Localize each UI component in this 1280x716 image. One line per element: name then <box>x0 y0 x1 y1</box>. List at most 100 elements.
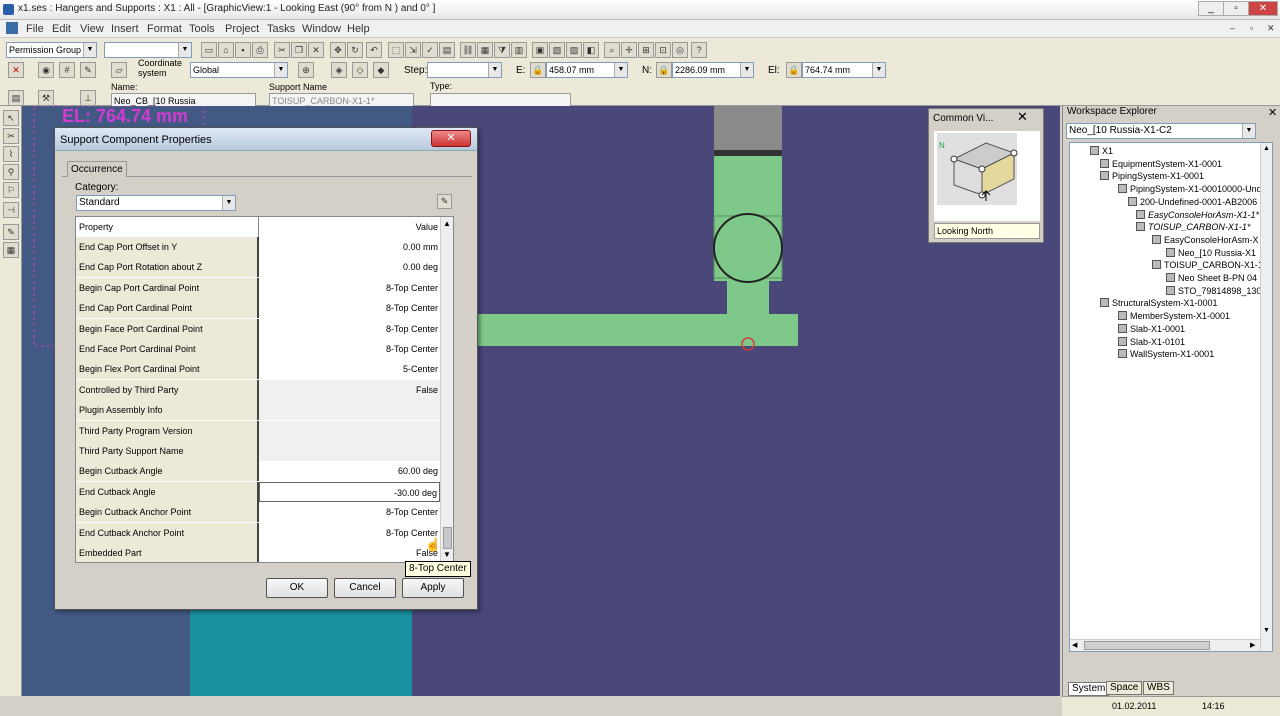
orbit-icon[interactable]: ◎ <box>672 42 688 58</box>
tab-wbs[interactable]: WBS <box>1143 681 1174 695</box>
menu-window[interactable]: Window <box>302 23 341 35</box>
property-value[interactable]: 60.00 deg <box>259 461 440 482</box>
e-lock-icon[interactable]: 🔒 <box>530 62 546 78</box>
tree-item[interactable]: PipingSystem-X1-00010000-Unde <box>1118 184 1267 194</box>
property-value[interactable]: 5-Center <box>259 359 440 380</box>
support-icon[interactable]: ⊥ <box>80 90 96 106</box>
mdi-minimize-button[interactable]: – <box>1230 23 1235 33</box>
tag-icon[interactable]: # <box>59 62 75 78</box>
tab-occurrence[interactable]: Occurrence <box>67 161 127 177</box>
fit-icon[interactable]: ⊡ <box>655 42 671 58</box>
brace-icon[interactable]: ⊣ <box>3 202 19 218</box>
delete-icon[interactable]: ✕ <box>308 42 324 58</box>
table-row[interactable]: Begin Face Port Cardinal Point 8-Top Cent… <box>76 318 440 339</box>
category-edit-icon[interactable]: ✎ <box>437 194 452 209</box>
menu-project[interactable]: Project <box>225 23 259 35</box>
close-button[interactable]: ✕ <box>1248 1 1278 16</box>
snap-face-icon[interactable]: ◆ <box>373 62 389 78</box>
new-icon[interactable]: ▭ <box>201 42 217 58</box>
check-icon[interactable]: ✓ <box>422 42 438 58</box>
property-value[interactable]: 0.00 deg <box>259 257 440 278</box>
n-lock-icon[interactable]: 🔒 <box>656 62 672 78</box>
properties-icon[interactable]: ▤ <box>439 42 455 58</box>
snap-icon[interactable]: ▨ <box>566 42 582 58</box>
tree-item[interactable]: PipingSystem-X1-0001 <box>1100 171 1204 181</box>
property-value[interactable] <box>259 441 440 461</box>
properties-toggle-icon[interactable]: ▤ <box>8 90 24 106</box>
menu-edit[interactable]: Edit <box>52 23 71 35</box>
tree-item[interactable]: MemberSystem-X1-0001 <box>1118 311 1230 321</box>
table-row[interactable]: Begin Cutback Anchor Point 8-Top Center <box>76 502 440 523</box>
cut-icon[interactable]: ✂ <box>274 42 290 58</box>
locate-icon[interactable]: ◉ <box>38 62 54 78</box>
tree-item[interactable]: Slab-X1-0101 <box>1118 336 1185 347</box>
property-value[interactable] <box>259 420 440 441</box>
tree-item[interactable]: WallSystem-X1-0001 <box>1118 349 1214 359</box>
table-row[interactable]: End Cap Port Offset in Y 0.00 mm <box>76 237 440 257</box>
table-row[interactable]: Begin Cap Port Cardinal Point 8-Top Cente… <box>76 277 440 298</box>
tab-system[interactable]: System <box>1068 682 1110 696</box>
table-row[interactable]: End Cap Port Rotation about Z 0.00 deg <box>76 257 440 278</box>
tree-item[interactable]: TOISUP_CARBON-X1-1 <box>1152 260 1263 270</box>
plane-icon[interactable]: ▱ <box>111 62 127 78</box>
measure-icon[interactable]: ⇲ <box>405 42 421 58</box>
grid-icon[interactable]: ▦ <box>477 42 493 58</box>
table-row[interactable]: Embedded Part False <box>76 543 440 562</box>
tree-item[interactable]: Neo_[10 Russia-X1 <box>1166 247 1256 258</box>
property-value[interactable]: 0.00 mm <box>259 237 440 257</box>
cancel-button[interactable]: Cancel <box>334 578 396 598</box>
property-value[interactable]: 8-Top Center <box>259 522 440 543</box>
tree-item[interactable]: X1 <box>1090 146 1113 156</box>
table-row[interactable]: Begin Flex Port Cardinal Point 5-Center <box>76 359 440 380</box>
select-arrow-icon[interactable]: ↖ <box>3 110 19 126</box>
menu-help[interactable]: Help <box>347 23 370 35</box>
menu-file[interactable]: File <box>26 23 44 35</box>
move-icon[interactable]: ✥ <box>330 42 346 58</box>
permission-group-select[interactable]: Permission Group ▼ <box>6 42 97 58</box>
open-icon[interactable]: ⌂ <box>218 42 234 58</box>
property-value[interactable]: 8-Top Center <box>259 318 440 339</box>
tree-item[interactable]: 200-Undefined-0001-AB2006 <box>1128 196 1257 207</box>
grid-scrollbar[interactable]: ▲ ▼ <box>440 217 453 562</box>
pan-icon[interactable]: ✛ <box>621 42 637 58</box>
tree-item[interactable]: Neo Sheet B-PN 04 <box>1166 273 1257 283</box>
el-coordinate-field[interactable]: 764.74 mm ▼ <box>802 62 886 78</box>
place-support-icon[interactable]: ✂ <box>3 128 19 144</box>
common-views-close-icon[interactable]: ✕ <box>1017 109 1028 125</box>
tab-space[interactable]: Space <box>1106 681 1143 695</box>
stop-icon[interactable]: ✕ <box>8 62 24 78</box>
mdi-close-button[interactable]: ✕ <box>1267 23 1275 34</box>
table-row[interactable]: Third Party Support Name <box>76 441 440 461</box>
e-coordinate-field[interactable]: 458.07 mm ▼ <box>546 62 628 78</box>
dialog-close-button[interactable]: ✕ <box>431 130 471 147</box>
table-row[interactable]: End Face Port Cardinal Point 8-Top Center <box>76 339 440 359</box>
edit-icon[interactable]: ✎ <box>3 224 19 240</box>
table-row[interactable]: Begin Cutback Angle 60.00 deg <box>76 461 440 482</box>
property-value[interactable]: False <box>259 379 440 400</box>
scroll-left-icon[interactable]: ◀ <box>1072 641 1077 649</box>
category-select[interactable]: Standard ▼ <box>76 195 236 211</box>
scroll-down-icon[interactable]: ▼ <box>1263 627 1270 634</box>
layer-select[interactable]: ▼ <box>104 42 192 58</box>
display-icon[interactable]: ▧ <box>549 42 565 58</box>
menu-tools[interactable]: Tools <box>189 23 215 35</box>
tree-item[interactable]: EquipmentSystem-X1-0001 <box>1100 158 1222 169</box>
route-icon[interactable]: ⌇ <box>3 146 19 162</box>
property-value[interactable]: 8-Top Center <box>259 502 440 523</box>
print-icon[interactable]: ⎙ <box>252 42 268 58</box>
render-icon[interactable]: ◧ <box>583 42 599 58</box>
scroll-up-icon[interactable]: ▲ <box>443 219 451 228</box>
undo-icon[interactable]: ↶ <box>366 42 382 58</box>
table-row[interactable]: End Cutback Anchor Point 8-Top Center <box>76 522 440 543</box>
property-value[interactable]: 8-Top Center <box>259 298 440 319</box>
workspace-filter-select[interactable]: Neo_[10 Russia-X1-C2 ▼ <box>1066 123 1256 139</box>
minimize-button[interactable]: _ <box>1198 1 1224 16</box>
view-icon[interactable]: ▣ <box>532 42 548 58</box>
tree-item[interactable]: StructuralSystem-X1-0001 <box>1100 298 1218 308</box>
property-value[interactable]: -30.00 deg <box>259 481 440 502</box>
tree-item[interactable]: EasyConsoleHorAsm-X1-1* <box>1136 209 1259 220</box>
snap-point-icon[interactable]: ◈ <box>331 62 347 78</box>
wrench-icon[interactable]: ⚒ <box>38 90 54 106</box>
save-icon[interactable]: ▪ <box>235 42 251 58</box>
snap-edge-icon[interactable]: ◇ <box>352 62 368 78</box>
